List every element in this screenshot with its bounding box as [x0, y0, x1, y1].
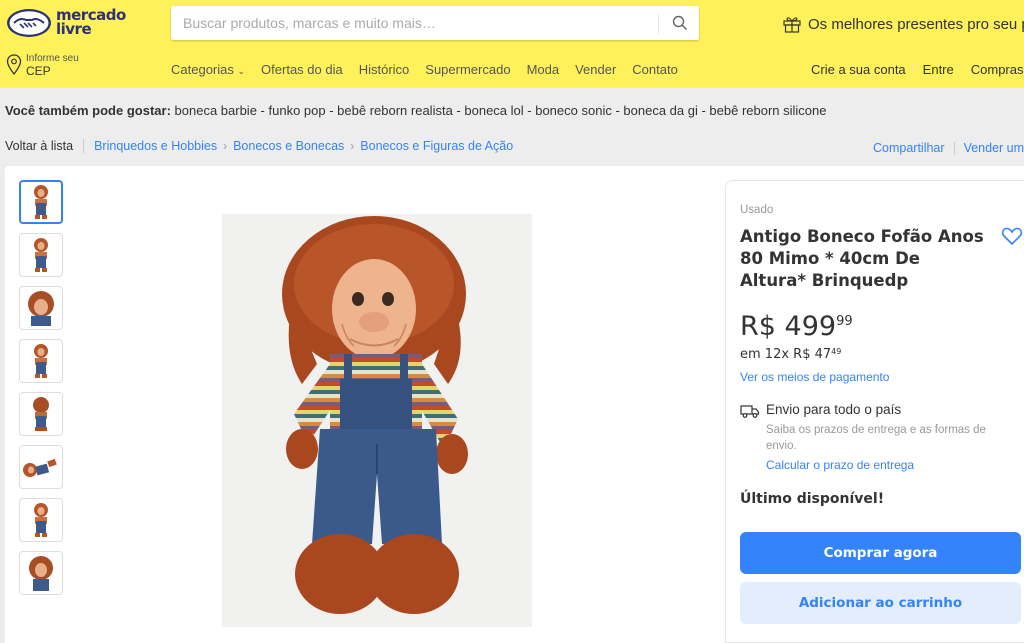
cep-hint: Informe seu: [26, 52, 79, 64]
nav-categorias-label: Categorias: [171, 62, 234, 77]
sell-link[interactable]: Vender um: [964, 141, 1024, 155]
chevron-right-icon: ›: [223, 139, 228, 153]
header: mercado livre Os melhores presentes pro …: [0, 0, 1024, 88]
thumbnail[interactable]: [19, 339, 63, 383]
product-title: Antigo Boneco Fofão Anos 80 Mimo * 40cm …: [740, 227, 984, 290]
rec-item[interactable]: boneca barbie: [175, 103, 257, 118]
share-sell-links: Compartilhar Vender um: [873, 141, 1024, 155]
promo-banner[interactable]: Os melhores presentes pro seu p: [782, 12, 1024, 36]
rec-item[interactable]: boneca lol: [464, 103, 523, 118]
location-pin-icon: [6, 54, 22, 76]
doll-thumbnail-image: [34, 503, 48, 537]
main-nav: Categorias ⌄ Ofertas do dia Histórico Su…: [171, 62, 694, 77]
account-nav: Crie a sua conta Entre Compras: [811, 62, 1024, 77]
stock-status: Último disponível!: [740, 491, 885, 507]
price-cents: 99: [836, 314, 853, 329]
search-bar: [171, 6, 699, 40]
thumbnail[interactable]: [19, 445, 63, 489]
thumbnail[interactable]: [19, 286, 63, 330]
doll-lying-thumbnail-image: [23, 458, 57, 477]
purchases-link[interactable]: Compras: [971, 62, 1024, 77]
thumbnail[interactable]: [19, 498, 63, 542]
doll-back-thumbnail-image: [33, 397, 49, 431]
chevron-down-icon: ⌄: [237, 66, 246, 76]
share-link[interactable]: Compartilhar: [873, 141, 945, 155]
breadcrumb-divider: [83, 139, 85, 153]
chevron-right-icon: ›: [350, 139, 355, 153]
add-to-cart-button[interactable]: Adicionar ao carrinho: [740, 582, 1021, 624]
breadcrumb-item[interactable]: Bonecos e Bonecas: [233, 139, 344, 153]
logo-word-livre: livre: [56, 20, 92, 38]
shipping-subtitle: Saiba os prazos de entrega e as formas d…: [766, 424, 986, 452]
promo-text: Os melhores presentes pro seu p: [808, 15, 1024, 33]
installments-cents: 49: [831, 347, 842, 356]
search-icon: [672, 15, 688, 31]
search-input[interactable]: [183, 6, 653, 40]
search-divider: [658, 14, 659, 34]
cep-selector[interactable]: Informe seu CEP: [6, 50, 106, 80]
doll-thumbnail-image: [34, 185, 48, 219]
payment-methods-link[interactable]: Ver os meios de pagamento: [740, 370, 889, 384]
truck-icon: [740, 405, 760, 418]
thumbnail[interactable]: [19, 392, 63, 436]
price: R$ 49999: [740, 311, 853, 342]
condition-label: Usado: [740, 204, 774, 216]
favorite-button[interactable]: [1001, 226, 1023, 250]
nav-categorias[interactable]: Categorias ⌄: [171, 62, 245, 77]
rec-item[interactable]: boneca da gi: [623, 103, 697, 118]
heart-icon: [1001, 227, 1023, 246]
shipping-title: Envio para todo o país: [766, 402, 902, 417]
rec-item[interactable]: bebê reborn realista: [337, 103, 453, 118]
nav-supermercado[interactable]: Supermercado: [425, 62, 510, 77]
rec-item[interactable]: bebê reborn silicone: [709, 103, 826, 118]
price-integer: 499: [784, 311, 837, 342]
breadcrumb-item[interactable]: Brinquedos e Hobbies: [94, 139, 217, 153]
nav-moda[interactable]: Moda: [527, 62, 560, 77]
nav-historico[interactable]: Histórico: [359, 62, 410, 77]
buy-box: Usado Antigo Boneco Fofão Anos 80 Mimo *…: [725, 180, 1024, 643]
mercado-livre-logo[interactable]: mercado livre: [6, 6, 130, 40]
recommendations-label: Você também pode gostar:: [5, 103, 171, 118]
doll-product-illustration: [282, 216, 468, 614]
thumbnail[interactable]: [19, 233, 63, 277]
installments-prefix: em 12x R$: [740, 347, 815, 362]
calculate-shipping-link[interactable]: Calcular o prazo de entrega: [766, 458, 914, 472]
nav-ofertas[interactable]: Ofertas do dia: [261, 62, 343, 77]
main-product-image[interactable]: [222, 214, 532, 627]
thumbnail[interactable]: [19, 551, 63, 595]
doll-thumbnail-image: [34, 344, 48, 378]
nav-vender[interactable]: Vender: [575, 62, 616, 77]
price-currency: R$: [740, 311, 776, 342]
share-divider: [953, 141, 955, 155]
back-to-list-link[interactable]: Voltar à lista: [5, 139, 73, 153]
thumbnail-strip: [19, 180, 65, 604]
breadcrumb-item[interactable]: Bonecos e Figuras de Ação: [360, 139, 513, 153]
doll-closeup-thumbnail-image: [29, 556, 53, 591]
doll-closeup-thumbnail-image: [28, 291, 54, 326]
installments: em 12x R$ 4749: [740, 347, 841, 362]
search-button[interactable]: [661, 6, 699, 40]
rec-item[interactable]: funko pop: [269, 103, 326, 118]
recommendations: Você também pode gostar: boneca barbie -…: [5, 103, 827, 118]
thumbnail[interactable]: [19, 180, 63, 224]
doll-thumbnail-image: [34, 238, 48, 272]
cep-label: CEP: [26, 63, 51, 78]
handshake-logo-icon: [7, 9, 51, 37]
create-account-link[interactable]: Crie a sua conta: [811, 62, 906, 77]
gift-icon: [783, 17, 801, 33]
login-link[interactable]: Entre: [923, 62, 954, 77]
installments-integer: 47: [814, 347, 832, 362]
buy-now-button[interactable]: Comprar agora: [740, 532, 1021, 574]
rec-item[interactable]: boneco sonic: [535, 103, 612, 118]
nav-contato[interactable]: Contato: [632, 62, 678, 77]
breadcrumb: Voltar à lista Brinquedos e Hobbies › Bo…: [5, 139, 513, 153]
